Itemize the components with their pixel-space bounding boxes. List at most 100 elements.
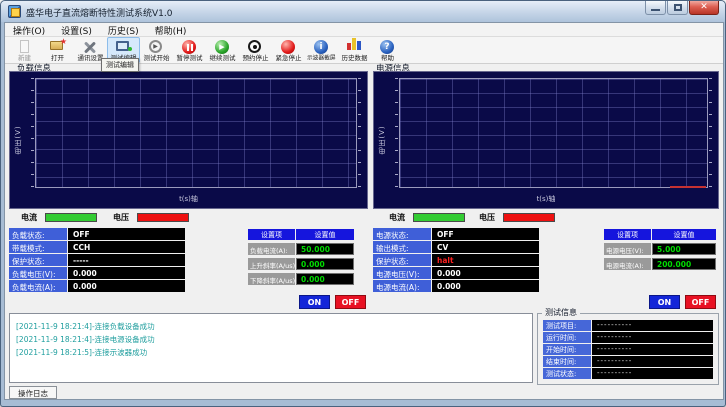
source-current-setting[interactable]: 200.000: [652, 258, 716, 270]
source-legend-current-swatch: [413, 213, 465, 222]
toolbar-history-data-button[interactable]: 历史数据: [338, 37, 371, 63]
title-bar: 盛华电子直流熔断特性测试系统V1.0 ✕: [1, 1, 725, 22]
source-off-button[interactable]: OFF: [685, 295, 716, 309]
table-row: 结束时间: ----------: [543, 356, 713, 367]
history-data-icon: [346, 39, 363, 51]
log-line: [2021-11-9 18:21:4]-连接电源设备成功: [16, 333, 532, 346]
table-row: 电源电流(A): 200.000: [604, 258, 716, 270]
close-icon: ✕: [690, 2, 718, 12]
window-title: 盛华电子直流熔断特性测试系统V1.0: [26, 6, 172, 19]
table-row: 保护状态: -----: [9, 254, 185, 266]
load-current-value: 0.000: [68, 280, 185, 292]
load-on-button[interactable]: ON: [299, 295, 330, 309]
source-legend-voltage-swatch: [503, 213, 555, 222]
table-row: 电源电流(A): 0.000: [373, 280, 539, 292]
fall-slope-setting[interactable]: 0.000: [296, 273, 354, 285]
scheduled-stop-icon: [247, 39, 264, 51]
comm-settings-icon: [82, 39, 99, 51]
source-chart-plot: [399, 78, 708, 188]
test-state-value: ----------: [592, 368, 713, 379]
rise-slope-setting[interactable]: 0.000: [296, 258, 354, 270]
table-row: 运行时间: ----------: [543, 332, 713, 343]
table-row: 下降斜率(A/us): 0.000: [248, 273, 354, 285]
settings-header: 设置项 设置值: [248, 229, 354, 240]
app-window: 盛华电子直流熔断特性测试系统V1.0 ✕ 操作(O) 设置(S) 历史(S) 帮…: [0, 0, 726, 407]
table-row: 保护状态: halt: [373, 254, 539, 266]
table-row: 测试状态: ----------: [543, 368, 713, 379]
end-time-value: ----------: [592, 356, 713, 367]
source-current-value: 0.000: [432, 280, 539, 292]
resume-test-icon: ▶: [214, 39, 231, 51]
table-row: 带载模式: CCH: [9, 241, 185, 253]
source-chart-xlabel: t(s)轴: [374, 194, 718, 204]
source-state-value: OFF: [432, 228, 539, 240]
open-file-icon: ★: [49, 39, 66, 51]
table-row: 电源电压(V): 0.000: [373, 267, 539, 279]
maximize-icon: [674, 4, 682, 11]
source-chart-yticks-left: [395, 78, 398, 188]
load-chart-yticks-left: [31, 78, 34, 188]
table-row: 负载电压(V): 0.000: [9, 267, 185, 279]
load-off-button[interactable]: OFF: [335, 295, 366, 309]
toolbar-open-button[interactable]: ★ 打开: [41, 37, 74, 63]
test-start-icon: ▶: [148, 39, 165, 51]
pause-test-icon: [181, 39, 198, 51]
operation-log: [2021-11-9 18:21:4]-连接负载设备成功 [2021-11-9 …: [9, 313, 533, 383]
menu-history[interactable]: 历史(S): [108, 24, 139, 36]
menu-operation[interactable]: 操作(O): [13, 24, 45, 36]
load-voltage-value: 0.000: [68, 267, 185, 279]
menu-help[interactable]: 帮助(H): [155, 24, 187, 36]
minimize-icon: [651, 9, 660, 11]
log-line: [2021-11-9 18:21:5]-连接示波器成功: [16, 346, 532, 359]
source-chart: 电压(V) t(s)轴: [373, 71, 719, 209]
help-icon: ?: [379, 39, 396, 51]
load-legend-current-label: 电流: [21, 212, 37, 223]
run-time-value: ----------: [592, 332, 713, 343]
emergency-stop-icon: [280, 39, 297, 51]
test-item-value: ----------: [592, 320, 713, 331]
toolbar-emergency-stop-button[interactable]: 紧急停止: [272, 37, 305, 63]
load-legend-current-swatch: [45, 213, 97, 222]
toolbar-scheduled-stop-button[interactable]: 预约停止: [239, 37, 272, 63]
source-settings-table: 设置项 设置值 电源电压(V): 5.000 电源电流(A): 200.000: [604, 229, 716, 270]
log-line: [2021-11-9 18:21:4]-连接负载设备成功: [16, 320, 532, 333]
table-row: 负载状态: OFF: [9, 228, 185, 240]
load-current-setting[interactable]: 50.000: [296, 243, 354, 255]
source-legend-current-label: 电流: [389, 212, 405, 223]
load-legend-voltage-label: 电压: [113, 212, 129, 223]
test-info-table: 测试项目: ---------- 运行时间: ---------- 开始时间: …: [543, 320, 713, 379]
source-voltage-setting[interactable]: 5.000: [652, 243, 716, 255]
settings-header: 设置项 设置值: [604, 229, 716, 240]
load-mode-value: CCH: [68, 241, 185, 253]
load-chart-yticks-right: [358, 78, 361, 188]
close-button[interactable]: ✕: [689, 1, 719, 15]
toolbar-resume-test-button[interactable]: ▶ 继续测试: [206, 37, 239, 63]
tab-operation-log[interactable]: 操作日志: [9, 386, 57, 399]
load-status-table: 负载状态: OFF 带载模式: CCH 保护状态: ----- 负载电压(V):…: [9, 228, 185, 292]
toolbar-new-button[interactable]: 新建: [8, 37, 41, 63]
source-mode-value: CV: [432, 241, 539, 253]
source-chart-voltage-trace: [670, 186, 706, 188]
load-chart-xlabel: t(s)轴: [10, 194, 367, 204]
tooltip: 测试编辑: [101, 58, 139, 72]
table-row: 电源状态: OFF: [373, 228, 539, 240]
table-row: 负载电流(A): 50.000: [248, 243, 354, 255]
load-settings-table: 设置项 设置值 负载电流(A): 50.000 上升斜率(A/us): 0.00…: [248, 229, 354, 285]
toolbar-scope-screenshot-button[interactable]: i 示波器截屏: [305, 37, 338, 63]
table-row: 电源电压(V): 5.000: [604, 243, 716, 255]
source-chart-yticks-right: [709, 78, 712, 188]
load-protection-value: -----: [68, 254, 185, 266]
table-row: 负载电流(A): 0.000: [9, 280, 185, 292]
load-chart-ylabel: 电压(V): [13, 125, 23, 154]
menu-settings[interactable]: 设置(S): [61, 24, 92, 36]
source-on-button[interactable]: ON: [649, 295, 680, 309]
toolbar-pause-test-button[interactable]: 暂停测试: [173, 37, 206, 63]
toolbar-test-start-button[interactable]: ▶ 测试开始: [140, 37, 173, 63]
source-legend-voltage-label: 电压: [479, 212, 495, 223]
menu-bar: 操作(O) 设置(S) 历史(S) 帮助(H): [5, 23, 723, 37]
source-voltage-value: 0.000: [432, 267, 539, 279]
table-row: 测试项目: ----------: [543, 320, 713, 331]
toolbar-help-button[interactable]: ? 帮助: [371, 37, 404, 63]
minimize-button[interactable]: [645, 1, 666, 15]
maximize-button[interactable]: [667, 1, 688, 15]
